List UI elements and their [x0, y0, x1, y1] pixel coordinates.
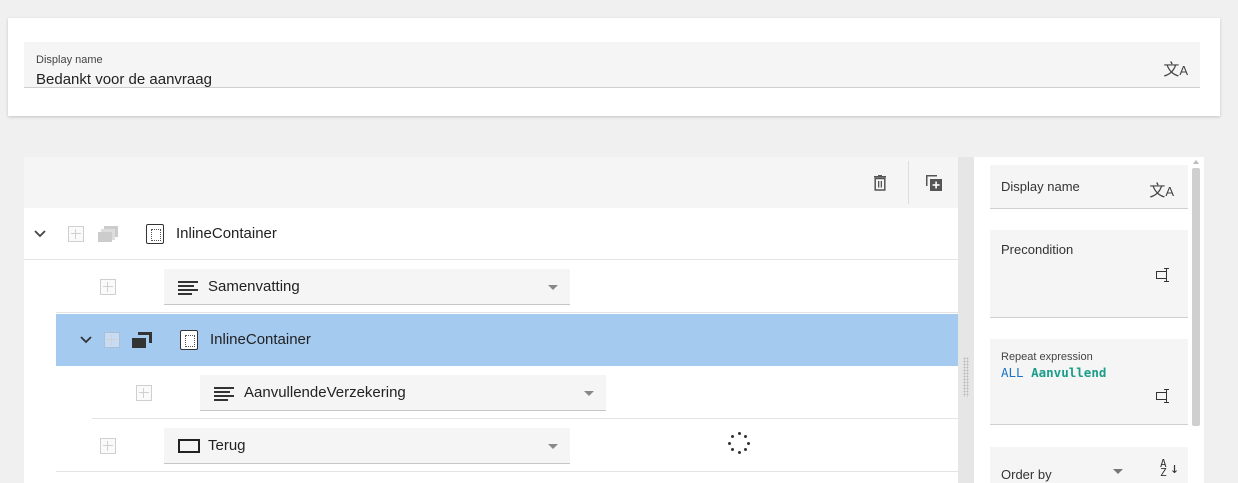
tree-row-selected[interactable]: InlineContainer — [56, 314, 958, 366]
caret-down-icon[interactable] — [1113, 469, 1123, 474]
display-name-label: Display name — [36, 54, 103, 66]
translate-icon[interactable]: 文A — [1149, 177, 1174, 201]
prop-order-by-field[interactable]: Order by A Z ↓ — [990, 447, 1188, 483]
expression-identifier: Aanvullend — [1031, 365, 1107, 380]
tree-row[interactable]: Terug — [56, 420, 958, 472]
container-icon — [180, 330, 198, 350]
repeat-expression-value[interactable]: ALL Aanvullend — [1001, 365, 1106, 380]
grid-icon[interactable] — [68, 226, 84, 242]
expression-edit-icon[interactable] — [1156, 268, 1172, 282]
grid-icon[interactable] — [136, 385, 152, 401]
element-select-label: Samenvatting — [208, 278, 300, 295]
scroll-up-arrow[interactable] — [1193, 160, 1199, 164]
element-select-label: Terug — [208, 437, 246, 454]
element-select[interactable]: Terug — [164, 428, 570, 464]
panel-splitter[interactable] — [958, 157, 974, 483]
tree-row-label: InlineContainer — [176, 225, 277, 242]
toolbar-separator — [908, 161, 909, 204]
translate-icon[interactable]: 文A — [1163, 56, 1188, 80]
tree-row[interactable]: AanvullendeVerzekering — [92, 367, 958, 419]
loading-spinner-icon — [728, 432, 750, 454]
stack-icon[interactable] — [132, 332, 152, 348]
tree-row[interactable]: InlineContainer — [24, 208, 958, 260]
prop-display-name-field[interactable]: Display name 文A — [990, 165, 1188, 209]
text-lines-icon — [178, 281, 198, 295]
expression-keyword: ALL — [1001, 365, 1024, 380]
caret-down-icon — [584, 391, 594, 396]
grid-icon[interactable] — [104, 332, 120, 348]
stack-icon[interactable] — [98, 226, 118, 242]
prop-precondition-field[interactable]: Precondition — [990, 230, 1188, 318]
grid-icon[interactable] — [100, 279, 116, 295]
tree-toolbar — [24, 157, 958, 208]
element-select[interactable]: Samenvatting — [164, 269, 570, 305]
button-rectangle-icon — [178, 439, 200, 453]
splitter-grip[interactable] — [963, 357, 969, 397]
element-select[interactable]: AanvullendeVerzekering — [200, 375, 606, 411]
display-name-value[interactable]: Bedankt voor de aanvraag — [36, 71, 212, 88]
chevron-down-icon[interactable] — [32, 226, 48, 242]
tree-panel: InlineContainer Samenvatting InlineConta… — [24, 157, 958, 483]
grid-icon[interactable] — [100, 438, 116, 454]
prop-precondition-label: Precondition — [1001, 242, 1074, 257]
expression-edit-icon[interactable] — [1156, 389, 1172, 403]
tree-row[interactable]: Samenvatting — [56, 261, 958, 313]
tree-row-label: InlineContainer — [210, 331, 311, 348]
copy-button[interactable] — [914, 157, 954, 208]
prop-repeat-expression-label: Repeat expression — [1001, 351, 1093, 363]
prop-repeat-expression-field[interactable]: Repeat expression ALL Aanvullend — [990, 339, 1188, 425]
chevron-down-icon[interactable] — [78, 332, 94, 348]
caret-down-icon — [548, 285, 558, 290]
prop-order-by-label: Order by — [1001, 467, 1052, 482]
caret-down-icon — [548, 444, 558, 449]
copy-icon — [926, 174, 942, 191]
container-icon — [146, 224, 164, 244]
prop-display-name-label: Display name — [1001, 179, 1080, 194]
properties-scrollbar[interactable] — [1192, 168, 1200, 426]
element-select-label: AanvullendeVerzekering — [244, 384, 406, 401]
properties-panel: Display name 文A Precondition Repeat expr… — [974, 157, 1204, 483]
display-name-field[interactable]: Display name Bedankt voor de aanvraag 文A — [24, 42, 1200, 88]
delete-button[interactable] — [860, 157, 900, 208]
sort-az-icon[interactable]: A Z ↓ — [1160, 458, 1179, 478]
delete-icon — [874, 174, 886, 191]
display-name-card: Display name Bedankt voor de aanvraag 文A — [8, 18, 1220, 116]
text-lines-icon — [214, 387, 234, 401]
